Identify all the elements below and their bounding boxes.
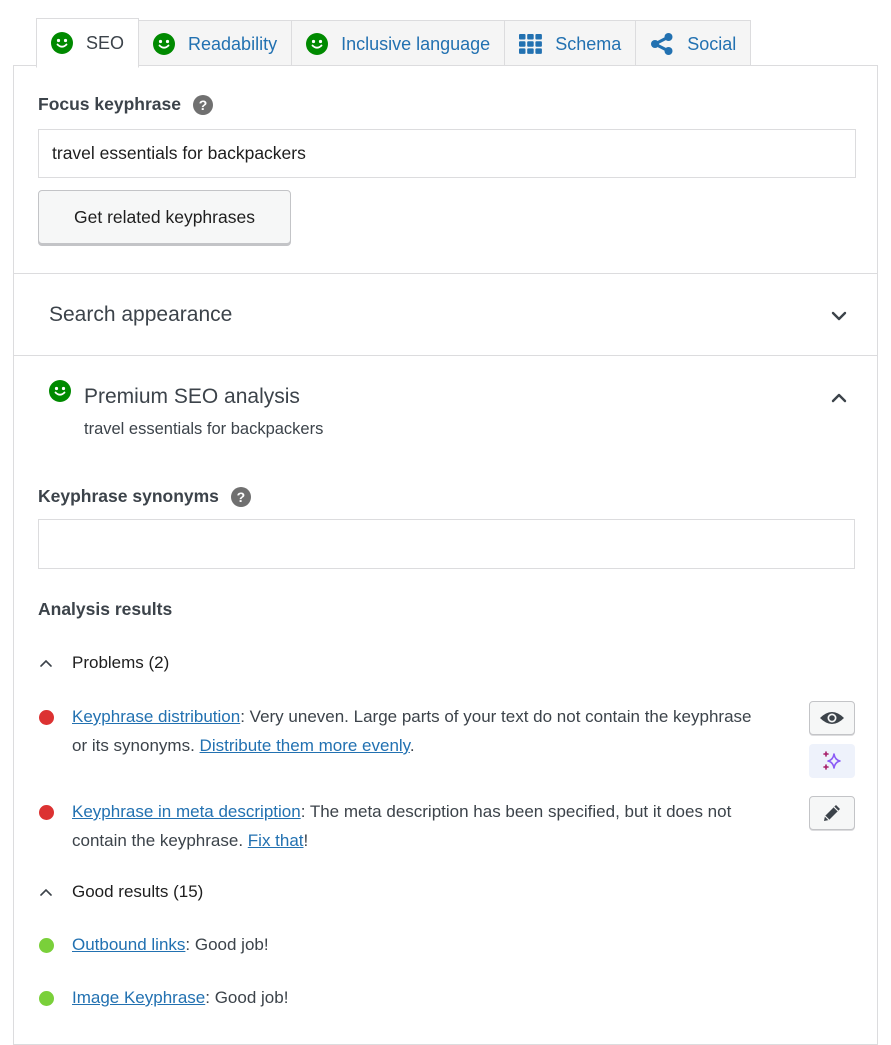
focus-keyphrase-label-text: Focus keyphrase (38, 94, 181, 114)
focus-keyphrase-input[interactable] (38, 129, 856, 178)
search-appearance-toggle[interactable]: Search appearance (49, 303, 232, 327)
keyphrase-synonyms-label-text: Keyphrase synonyms (38, 486, 219, 506)
keyphrase-meta-description-link[interactable]: Keyphrase in meta description (72, 802, 301, 821)
focus-keyphrase-label: Focus keyphrase ? (38, 94, 213, 115)
get-related-keyphrases-button[interactable]: Get related keyphrases (38, 190, 291, 244)
result-item: Keyphrase in meta description: The meta … (39, 797, 769, 855)
divider (14, 355, 877, 356)
result-suffix: ! (303, 831, 309, 850)
tab-inclusive-language[interactable]: Inclusive language (291, 20, 506, 67)
good-status-bullet (39, 991, 54, 1006)
result-item: Keyphrase distribution: Very uneven. Lar… (39, 702, 769, 760)
seo-panel: Focus keyphrase ? Get related keyphrases… (13, 65, 878, 1045)
help-icon[interactable]: ? (230, 486, 251, 507)
keyphrase-synonyms-label: Keyphrase synonyms ? (38, 486, 251, 507)
premium-seo-analysis-subtitle: travel essentials for backpackers (84, 420, 324, 438)
grid-icon (519, 34, 543, 54)
good-results-group-toggle[interactable]: Good results (15) (38, 882, 203, 902)
smiley-icon (306, 33, 329, 55)
problems-group-label: Problems (2) (72, 653, 170, 672)
keyphrase-distribution-link[interactable]: Keyphrase distribution (72, 707, 240, 726)
tab-label: Readability (188, 33, 278, 54)
keyphrase-synonyms-input[interactable] (38, 519, 855, 569)
tab-label: Social (687, 33, 737, 54)
fix-that-link[interactable]: Fix that (248, 831, 304, 850)
good-status-bullet (39, 938, 54, 953)
help-icon[interactable]: ? (192, 94, 213, 115)
metabox-tabs: SEO Readability Inclusive language Schem… (36, 17, 752, 68)
chevron-up-icon (40, 888, 52, 896)
tab-label: Schema (555, 33, 622, 54)
distribute-evenly-link[interactable]: Distribute them more evenly (200, 736, 410, 755)
chevron-up-icon (40, 659, 52, 667)
edit-button[interactable] (809, 796, 855, 830)
bad-status-bullet (39, 710, 54, 725)
divider (14, 273, 877, 274)
tab-schema[interactable]: Schema (504, 20, 637, 67)
result-text: : Good job! (205, 988, 289, 1007)
bad-status-bullet (39, 805, 54, 820)
tab-label: SEO (86, 32, 125, 53)
highlight-eye-button[interactable] (809, 701, 855, 735)
smiley-icon (49, 380, 71, 407)
chevron-up-icon[interactable] (827, 386, 851, 410)
tab-readability[interactable]: Readability (138, 20, 293, 67)
good-results-group-label: Good results (15) (72, 882, 204, 901)
pencil-icon (824, 805, 840, 821)
share-icon (650, 32, 674, 56)
analysis-results-heading: Analysis results (38, 599, 173, 619)
result-item: Image Keyphrase: Good job! (39, 983, 769, 1012)
image-keyphrase-link[interactable]: Image Keyphrase (72, 988, 205, 1007)
outbound-links-link[interactable]: Outbound links (72, 935, 185, 954)
ai-fix-button[interactable] (809, 744, 855, 778)
tab-label: Inclusive language (341, 33, 491, 54)
tab-seo[interactable]: SEO (36, 18, 140, 68)
sparkles-icon (823, 751, 841, 770)
smiley-icon (51, 32, 73, 54)
premium-seo-analysis-toggle[interactable]: Premium SEO analysis (84, 385, 300, 409)
problems-group-toggle[interactable]: Problems (2) (38, 653, 169, 673)
result-text: : Good job! (185, 935, 269, 954)
result-item: Outbound links: Good job! (39, 930, 769, 959)
eye-icon (820, 712, 844, 724)
chevron-down-icon[interactable] (827, 304, 851, 328)
result-suffix: . (409, 736, 415, 755)
tab-social[interactable]: Social (635, 20, 752, 67)
smiley-icon (153, 33, 176, 55)
